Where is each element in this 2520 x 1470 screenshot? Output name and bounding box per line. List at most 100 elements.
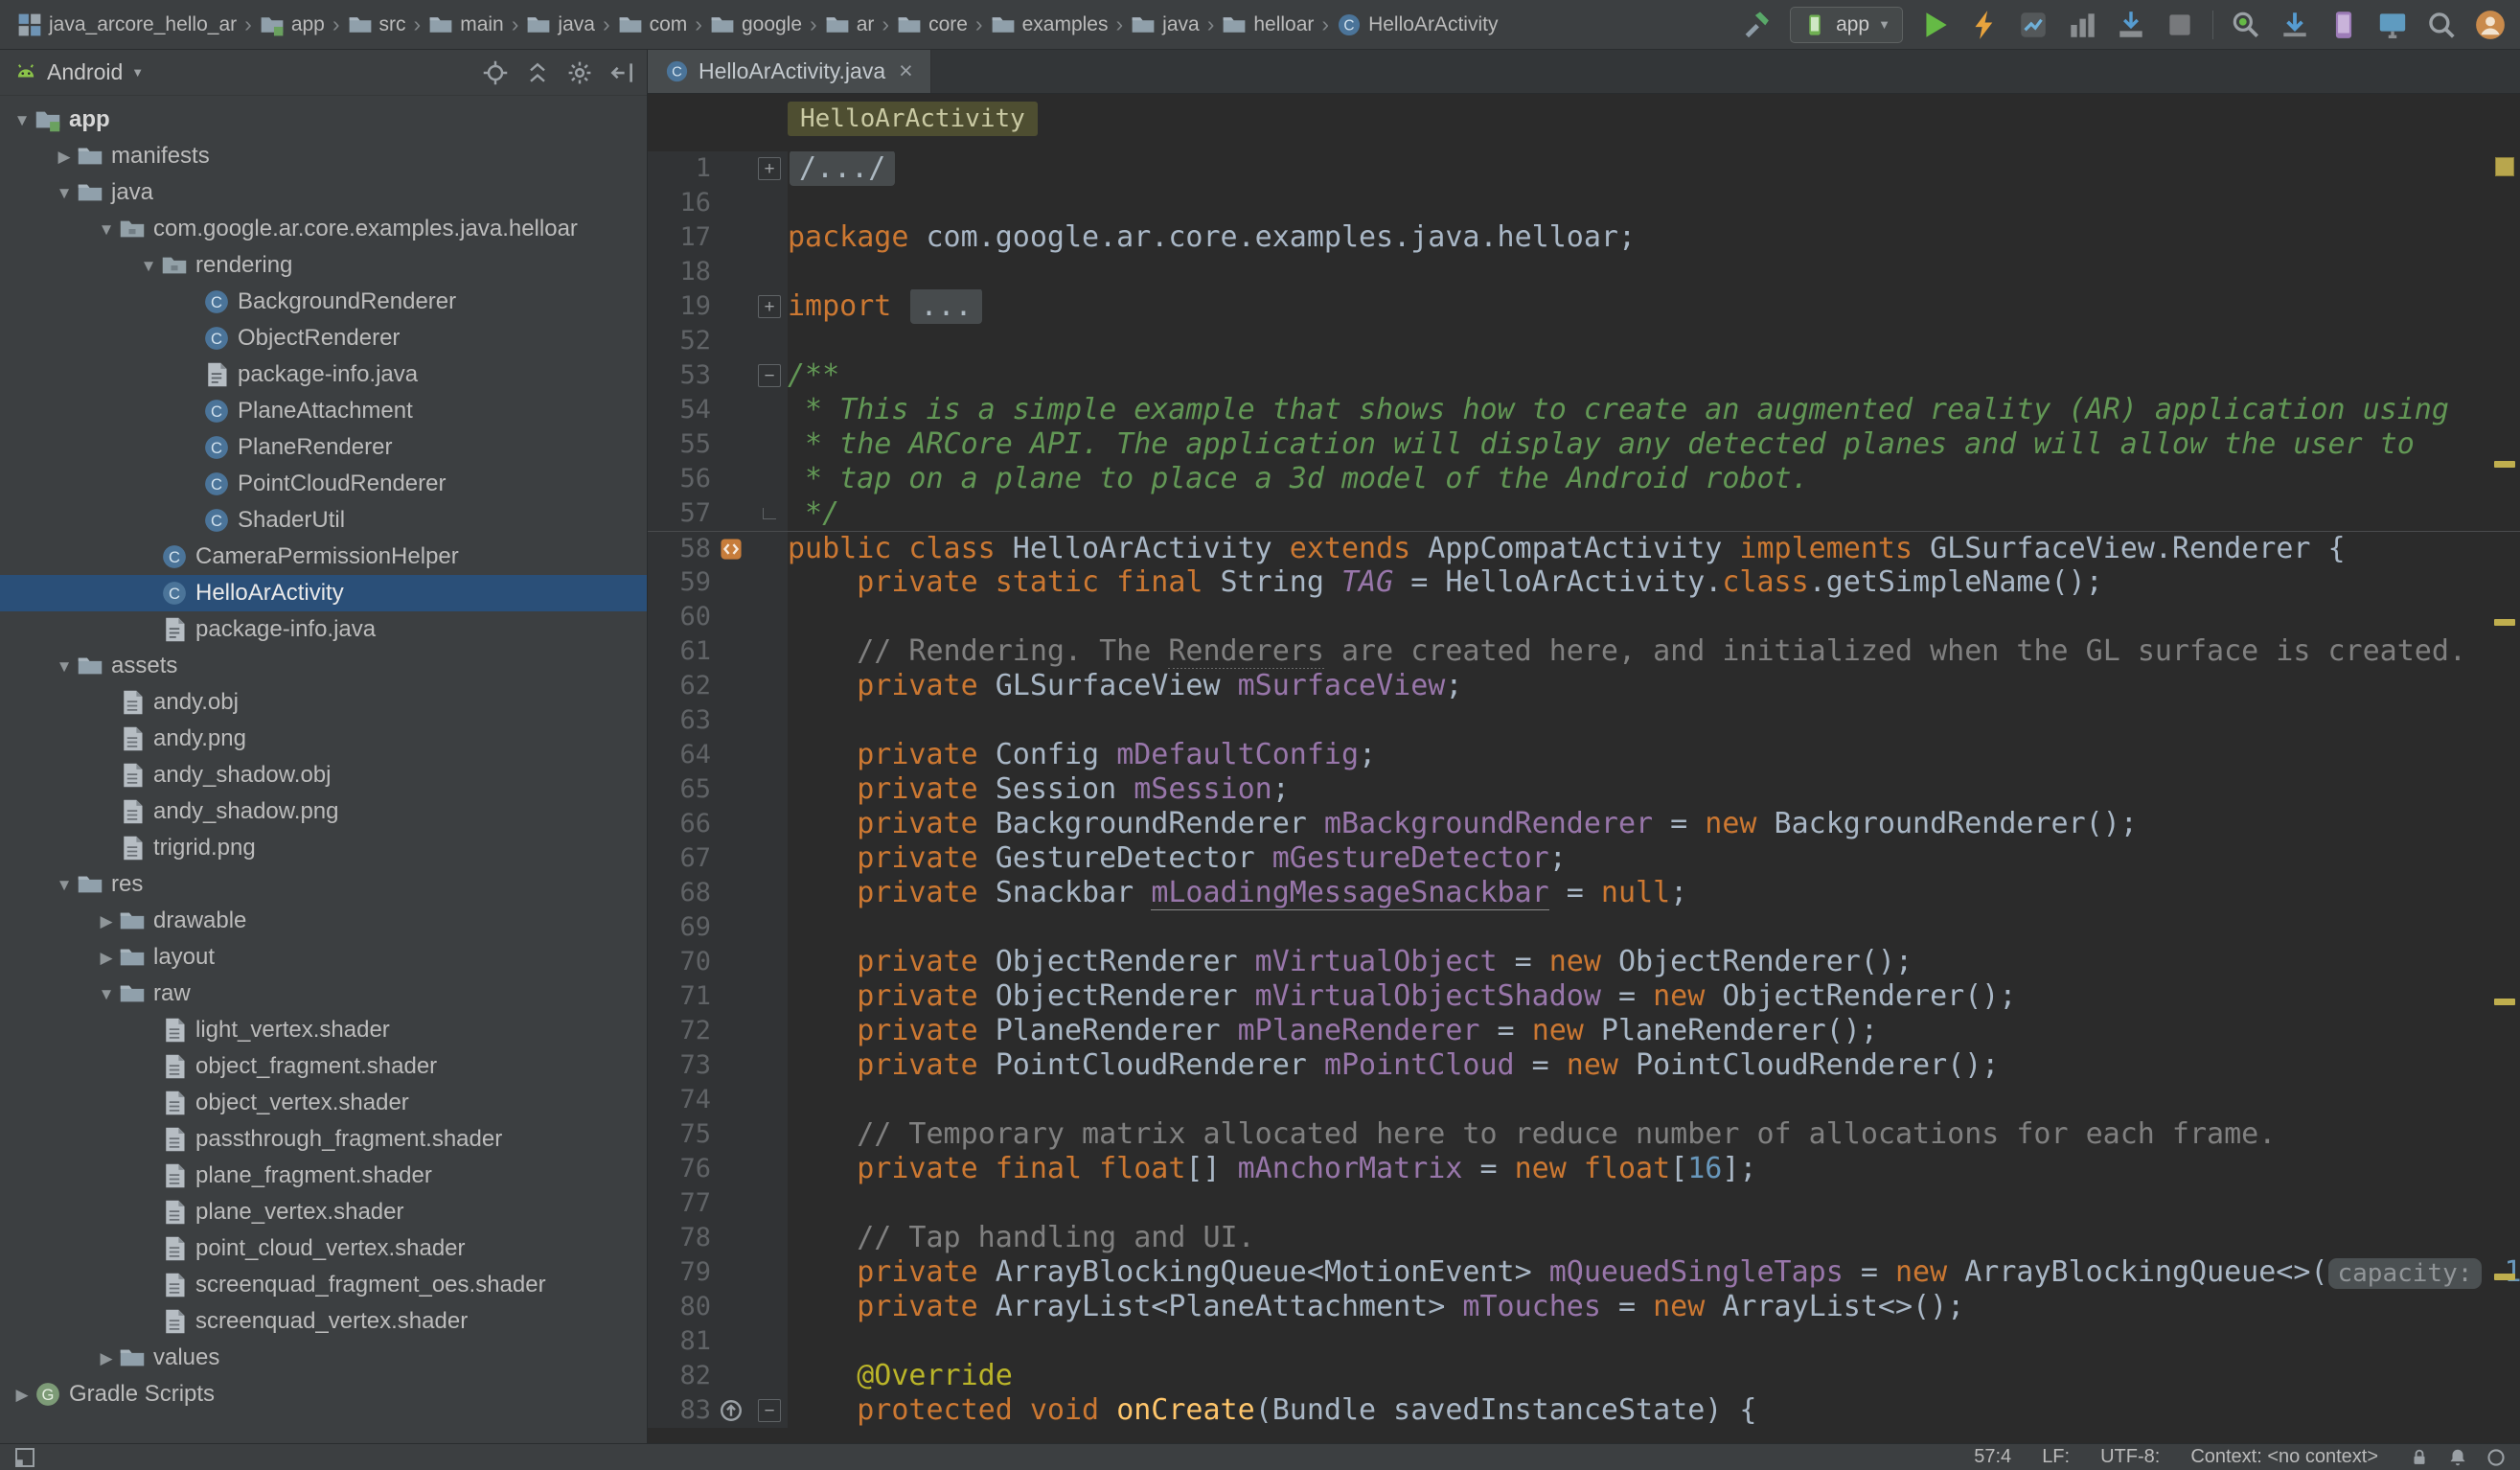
gutter[interactable]: 16 xyxy=(648,186,788,220)
sdk-manager-icon[interactable] xyxy=(2279,9,2311,41)
chevron-expanded-icon[interactable]: ▼ xyxy=(94,986,119,1002)
push-to-device-icon[interactable] xyxy=(2115,9,2147,41)
tree-item-andy-png[interactable]: andy.png xyxy=(0,721,647,757)
toolwindow-switcher-icon[interactable] xyxy=(13,1446,36,1469)
chevron-collapsed-icon[interactable]: ▶ xyxy=(94,950,119,966)
avd-manager-icon[interactable] xyxy=(2327,9,2360,41)
avatar-icon[interactable] xyxy=(2474,9,2507,41)
folded-region[interactable]: /.../ xyxy=(790,151,895,186)
apply-changes-icon[interactable] xyxy=(1968,9,2001,41)
chevron-collapsed-icon[interactable]: ▶ xyxy=(52,149,77,165)
tree-item-light-vertex-shader[interactable]: light_vertex.shader xyxy=(0,1012,647,1048)
tree-item-values[interactable]: ▶values xyxy=(0,1340,647,1376)
tree-item-planeattachment[interactable]: CPlaneAttachment xyxy=(0,393,647,429)
gutter[interactable]: 64 xyxy=(648,738,788,772)
tree-item-java[interactable]: ▼java xyxy=(0,174,647,211)
inspections-indicator[interactable] xyxy=(2495,157,2514,176)
tree-item-object-fragment-shader[interactable]: object_fragment.shader xyxy=(0,1048,647,1085)
search-icon[interactable] xyxy=(2425,9,2458,41)
tree-item-camerapermissionhelper[interactable]: CCameraPermissionHelper xyxy=(0,539,647,575)
gutter[interactable]: 68 xyxy=(648,876,788,910)
gutter[interactable]: 77 xyxy=(648,1186,788,1221)
build-hammer-icon[interactable] xyxy=(1741,9,1774,41)
tree-item-pointcloudrenderer[interactable]: CPointCloudRenderer xyxy=(0,466,647,502)
breadcrumb-item-main[interactable]: main xyxy=(424,11,508,39)
gear-icon[interactable] xyxy=(566,59,593,86)
tree-item-object-vertex-shader[interactable]: object_vertex.shader xyxy=(0,1085,647,1121)
gutter[interactable]: 17 xyxy=(648,220,788,255)
tree-item-res[interactable]: ▼res xyxy=(0,866,647,903)
gutter[interactable]: 80 xyxy=(648,1290,788,1324)
gutter[interactable]: 82 xyxy=(648,1359,788,1393)
tree-item-package-info-java[interactable]: package-info.java xyxy=(0,356,647,393)
tree-item-gradle-scripts[interactable]: ▶GGradle Scripts xyxy=(0,1376,647,1413)
gutter[interactable]: 52 xyxy=(648,324,788,358)
tree-item-andy-shadow-png[interactable]: andy_shadow.png xyxy=(0,793,647,830)
tree-item-package-info-java[interactable]: package-info.java xyxy=(0,611,647,648)
gutter[interactable]: 72 xyxy=(648,1014,788,1048)
breadcrumb-item-src[interactable]: src xyxy=(344,11,410,39)
caret-position[interactable]: 57:4 xyxy=(1974,1446,2011,1468)
breadcrumb-item-ar[interactable]: ar xyxy=(821,11,879,39)
chevron-expanded-icon[interactable]: ▼ xyxy=(52,185,77,201)
chevron-expanded-icon[interactable]: ▼ xyxy=(10,112,34,128)
gutter[interactable]: 58 xyxy=(648,532,788,565)
gutter[interactable]: 66 xyxy=(648,807,788,841)
fold-expand-icon[interactable]: + xyxy=(758,295,781,318)
chevron-expanded-icon[interactable]: ▼ xyxy=(94,221,119,238)
tree-item-andy-shadow-obj[interactable]: andy_shadow.obj xyxy=(0,757,647,793)
gutter[interactable]: 62 xyxy=(648,669,788,703)
notifications-bell-icon[interactable] xyxy=(2447,1447,2468,1468)
folded-region[interactable]: ... xyxy=(910,289,981,324)
warning-stripe-mark[interactable] xyxy=(2494,461,2515,468)
tree-item-plane-fragment-shader[interactable]: plane_fragment.shader xyxy=(0,1158,647,1194)
tree-item-plane-vertex-shader[interactable]: plane_vertex.shader xyxy=(0,1194,647,1230)
stop-icon[interactable] xyxy=(2164,9,2196,41)
close-icon[interactable]: × xyxy=(899,59,913,83)
fold-collapse-icon[interactable]: − xyxy=(758,364,781,387)
breadcrumb-item-com[interactable]: com xyxy=(614,11,692,39)
gutter[interactable]: 63 xyxy=(648,703,788,738)
captures-icon[interactable] xyxy=(2066,9,2098,41)
gutter[interactable]: 67 xyxy=(648,841,788,876)
editor-breadcrumb-item[interactable]: HelloArActivity xyxy=(788,102,1038,136)
gutter[interactable]: 1+ xyxy=(648,151,788,186)
tree-item-manifests[interactable]: ▶manifests xyxy=(0,138,647,174)
gutter[interactable]: 71 xyxy=(648,979,788,1014)
tree-item-layout[interactable]: ▶layout xyxy=(0,939,647,976)
chevron-expanded-icon[interactable]: ▼ xyxy=(52,877,77,893)
tree-item-trigrid-png[interactable]: trigrid.png xyxy=(0,830,647,866)
gutter[interactable]: 54 xyxy=(648,393,788,427)
gutter[interactable]: 76 xyxy=(648,1152,788,1186)
gutter[interactable]: 65 xyxy=(648,772,788,807)
tree-item-planerenderer[interactable]: CPlaneRenderer xyxy=(0,429,647,466)
chevron-collapsed-icon[interactable]: ▶ xyxy=(10,1387,34,1403)
hide-icon[interactable] xyxy=(608,59,635,86)
chevron-expanded-icon[interactable]: ▼ xyxy=(52,658,77,675)
gutter[interactable]: 19+ xyxy=(648,289,788,324)
lock-icon[interactable] xyxy=(2409,1447,2430,1468)
tree-item-raw[interactable]: ▼raw xyxy=(0,976,647,1012)
gutter[interactable]: 61 xyxy=(648,634,788,669)
tree-item-andy-obj[interactable]: andy.obj xyxy=(0,684,647,721)
gutter[interactable]: 69 xyxy=(648,910,788,945)
gutter[interactable]: 79 xyxy=(648,1255,788,1290)
gutter[interactable]: 70 xyxy=(648,945,788,979)
gutter[interactable]: 59 xyxy=(648,565,788,600)
tree-item-objectrenderer[interactable]: CObjectRenderer xyxy=(0,320,647,356)
gutter[interactable]: 75 xyxy=(648,1117,788,1152)
breadcrumb-item-examples[interactable]: examples xyxy=(987,11,1112,39)
warning-stripe-mark[interactable] xyxy=(2494,999,2515,1005)
gutter[interactable]: 18 xyxy=(648,255,788,289)
chevron-collapsed-icon[interactable]: ▶ xyxy=(94,1350,119,1367)
tree-item-backgroundrenderer[interactable]: CBackgroundRenderer xyxy=(0,284,647,320)
tree-item-app[interactable]: ▼app xyxy=(0,102,647,138)
tree-item-helloaractivity[interactable]: CHelloArActivity xyxy=(0,575,647,611)
locate-icon[interactable] xyxy=(482,59,509,86)
chevron-collapsed-icon[interactable]: ▶ xyxy=(94,913,119,930)
code-editor[interactable]: 1+/.../1617package com.google.ar.core.ex… xyxy=(648,144,2520,1443)
gutter[interactable]: 78 xyxy=(648,1221,788,1255)
gutter[interactable]: 81 xyxy=(648,1324,788,1359)
breadcrumb-item-helloar[interactable]: helloar xyxy=(1218,11,1317,39)
progress-circle-icon[interactable] xyxy=(2486,1447,2507,1468)
